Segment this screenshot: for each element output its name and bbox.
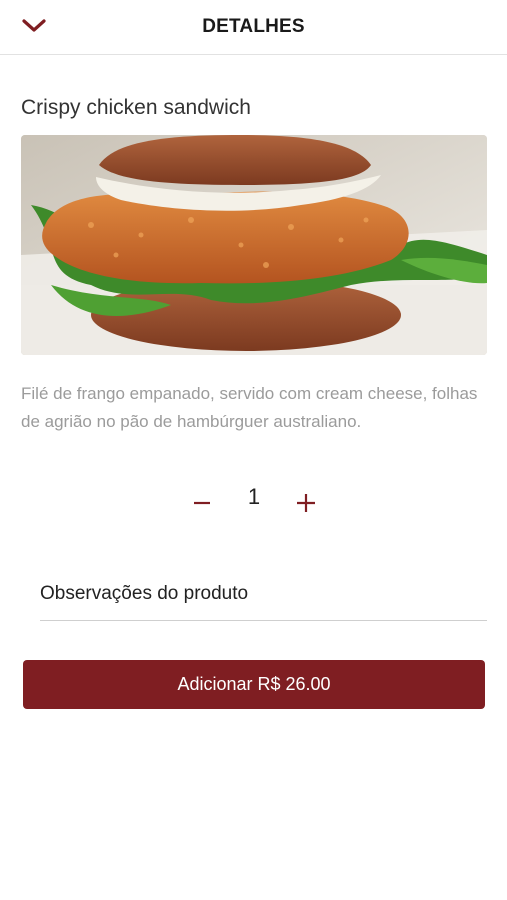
- decrease-quantity-button[interactable]: [188, 486, 216, 520]
- product-image: [21, 135, 487, 355]
- product-description: Filé de frango empanado, servido com cre…: [21, 384, 478, 431]
- quantity-stepper: 1: [0, 478, 507, 528]
- plus-icon: [295, 490, 317, 517]
- product-name: Crispy chicken sandwich: [21, 96, 251, 119]
- minus-icon: [192, 491, 212, 516]
- quantity-value: 1: [247, 484, 261, 509]
- page-title: DETALHES: [202, 16, 305, 37]
- increase-quantity-button[interactable]: [292, 486, 320, 520]
- add-to-cart-button[interactable]: Adicionar R$ 26.00: [23, 660, 485, 709]
- app-header: DETALHES: [0, 0, 507, 55]
- product-notes-field[interactable]: [40, 568, 487, 621]
